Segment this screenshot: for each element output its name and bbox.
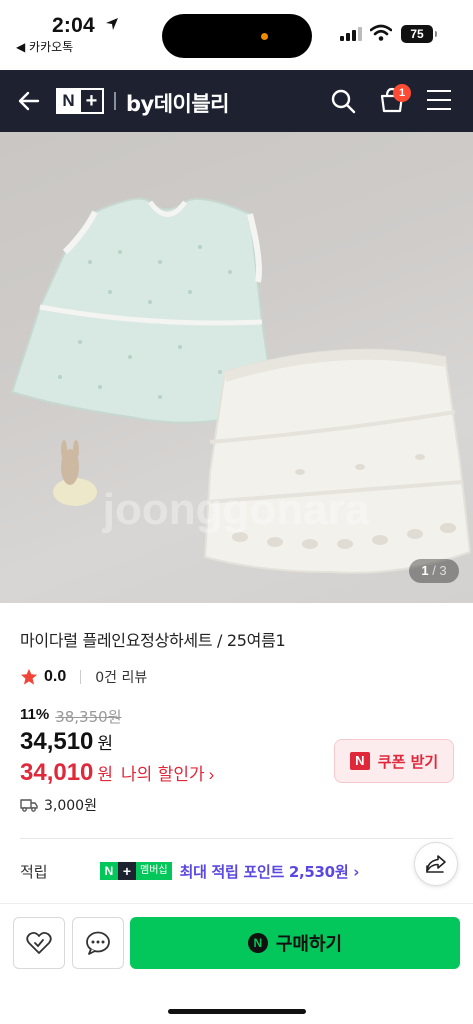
coupon-button[interactable]: N 쿠폰 받기 [334,739,454,783]
rating-divider [80,670,82,684]
like-button[interactable] [13,917,65,969]
max-points-link[interactable]: 최대 적립 포인트 2,530원 › [180,861,360,882]
activity-dot [261,33,268,40]
sale-price: 34,510 원 [20,728,113,756]
gallery-current: 1 [421,563,429,578]
gallery-total: 3 [439,563,447,578]
search-icon[interactable] [330,88,356,114]
coupon-label: 쿠폰 받기 [377,752,439,771]
review-count[interactable]: 0건 리뷰 [95,667,147,687]
my-price-unit: 원 [97,765,114,785]
discount-line: 11% 38,350원 [20,706,122,727]
truck-icon [20,799,38,812]
coupon-n-icon: N [349,752,370,770]
logo-plus: + [79,90,102,112]
original-price: 38,350원 [55,708,122,726]
dynamic-island [162,14,312,58]
buy-label: 구매하기 [275,934,343,955]
star-icon [20,668,38,685]
battery-indicator: 75 [401,25,437,43]
talk-icon [86,931,110,955]
gallery-separator: / [428,563,440,578]
sale-price-unit: 원 [97,734,114,754]
product-image-gallery[interactable]: joonggonara 1 / 3 [0,132,473,603]
my-discount-price[interactable]: 34,010 원 나의 할인가 › [20,759,214,787]
signal-icon [340,26,362,41]
share-icon [426,855,446,873]
points-label: 적립 [20,862,48,881]
status-bar: 2:04 ◀ 카카오톡 75 [0,0,473,70]
logo-n: N [58,90,79,112]
talktalk-button[interactable] [72,917,124,969]
membership-badge: N + 멤버십 [100,862,172,880]
my-price-label: 나의 할인가 [121,765,205,785]
rating-row[interactable]: 0.0 0건 리뷰 [20,667,147,687]
shipping-fee: 3,000원 [44,798,97,814]
back-to-app-link[interactable]: ◀ 카카오톡 [16,38,73,55]
sale-price-value: 34,510 [20,728,94,755]
section-divider [20,838,453,839]
chevron-right-icon: › [208,765,215,784]
membership-badge-plus: + [118,862,136,880]
discount-percent: 11% [20,706,50,723]
product-photo: joonggonara [10,197,472,574]
share-button[interactable] [414,842,458,886]
buy-button[interactable]: N 구매하기 [130,917,460,969]
membership-badge-text: 멤버십 [136,862,172,880]
menu-icon[interactable] [427,90,451,112]
header-divider [114,92,116,110]
my-price-value: 34,010 [20,759,94,786]
buy-n-icon: N [247,933,268,953]
cart-count-badge: 1 [393,84,411,102]
naver-plus-logo[interactable]: N + [56,88,104,114]
image-watermark: joonggonara [102,485,370,534]
gallery-counter: 1 / 3 [409,559,459,583]
points-row[interactable]: 적립 N + 멤버십 최대 적립 포인트 2,530원 › [20,858,453,884]
back-arrow-icon[interactable] [16,88,42,114]
status-time: 2:04 [52,14,95,37]
membership-badge-n: N [100,862,118,880]
shipping-fee-row: 3,000원 [20,795,97,815]
product-title: 마이다럴 플레인요정상하세트 / 25여름1 [20,631,286,650]
app-header: N + by데이블리 1 [0,70,473,132]
rating-score: 0.0 [44,668,67,685]
location-arrow-icon [106,18,118,30]
home-indicator[interactable] [168,1009,306,1014]
store-name[interactable]: by데이블리 [126,88,230,118]
wifi-icon [370,24,392,41]
like-icon [26,931,52,954]
